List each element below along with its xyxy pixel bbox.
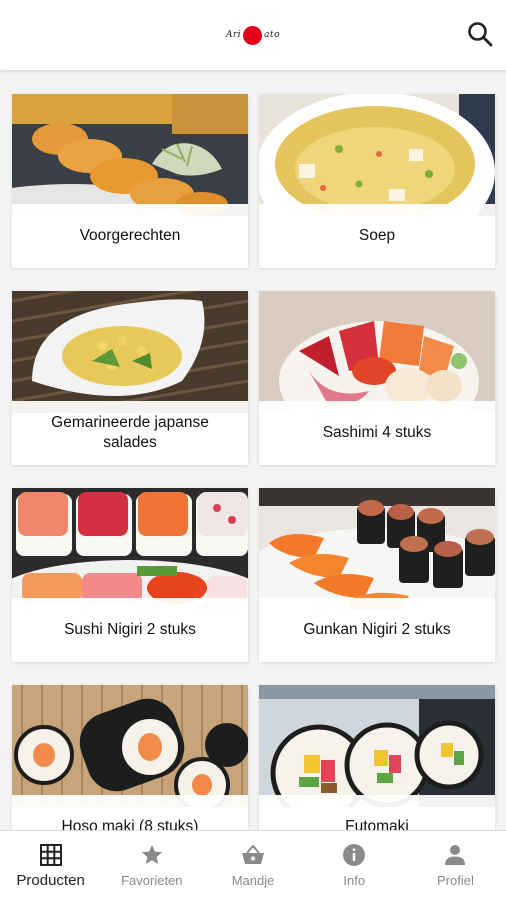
search-button[interactable] [466, 20, 494, 48]
category-label: Sushi Nigiri 2 stuks [12, 598, 248, 662]
logo-text-left: Ari [225, 30, 242, 40]
nav-label: Info [343, 873, 366, 888]
star-icon [141, 845, 162, 864]
salades-photo [12, 291, 248, 413]
category-card-gunkan-nigiri[interactable]: Gunkan Nigiri 2 stuks [259, 488, 495, 662]
sushi-nigiri-photo [12, 488, 248, 610]
person-icon [445, 845, 466, 865]
soep-photo [259, 94, 495, 216]
category-label: Gemarineerde japanse salades [12, 401, 248, 465]
category-card-gemarineerde-japanse-salades[interactable]: Gemarineerde japanse salades [12, 291, 248, 465]
nav-label: Producten [16, 872, 85, 889]
nav-item-mandje[interactable]: Mandje [202, 831, 303, 900]
category-label: Voorgerechten [12, 204, 248, 268]
category-card-voorgerechten[interactable]: Voorgerechten [12, 94, 248, 268]
category-label: Sashimi 4 stuks [259, 401, 495, 465]
voorgerechten-photo [12, 94, 248, 216]
hoso-maki-photo [12, 685, 248, 807]
category-grid: Voorgerechten Soep Gemarineerde japanse … [12, 94, 495, 859]
category-card-soep[interactable]: Soep [259, 94, 495, 268]
category-label: Soep [259, 204, 495, 268]
nav-label: Mandje [231, 873, 275, 888]
category-card-sashimi[interactable]: Sashimi 4 stuks [259, 291, 495, 465]
search-icon [468, 22, 493, 47]
category-card-sushi-nigiri[interactable]: Sushi Nigiri 2 stuks [12, 488, 248, 662]
info-icon [343, 844, 366, 866]
nav-label: Profiel [436, 873, 474, 888]
logo-text-right: ato [264, 30, 281, 40]
gunkan-nigiri-photo [259, 488, 495, 610]
app-header: Ari ato [0, 0, 506, 70]
nav-item-info[interactable]: Info [304, 831, 405, 900]
nav-item-profiel[interactable]: Profiel [405, 831, 506, 900]
nav-label: Favorieten [121, 873, 183, 888]
nav-item-favorieten[interactable]: Favorieten [101, 831, 202, 900]
grid-icon [39, 844, 62, 866]
logo-red-sun [243, 25, 263, 45]
basket-icon [242, 844, 264, 864]
nav-item-producten[interactable]: Producten [0, 831, 101, 900]
futomaki-photo [259, 685, 495, 807]
bottom-navigation: Producten Favorieten Mandje Info Profiel [0, 830, 506, 900]
app-screen: Ari ato Voorgerechten Soep Gemarineerde … [0, 0, 506, 900]
brand-logo: Ari ato [225, 25, 281, 45]
sashimi-photo [259, 291, 495, 413]
category-label: Gunkan Nigiri 2 stuks [259, 598, 495, 662]
